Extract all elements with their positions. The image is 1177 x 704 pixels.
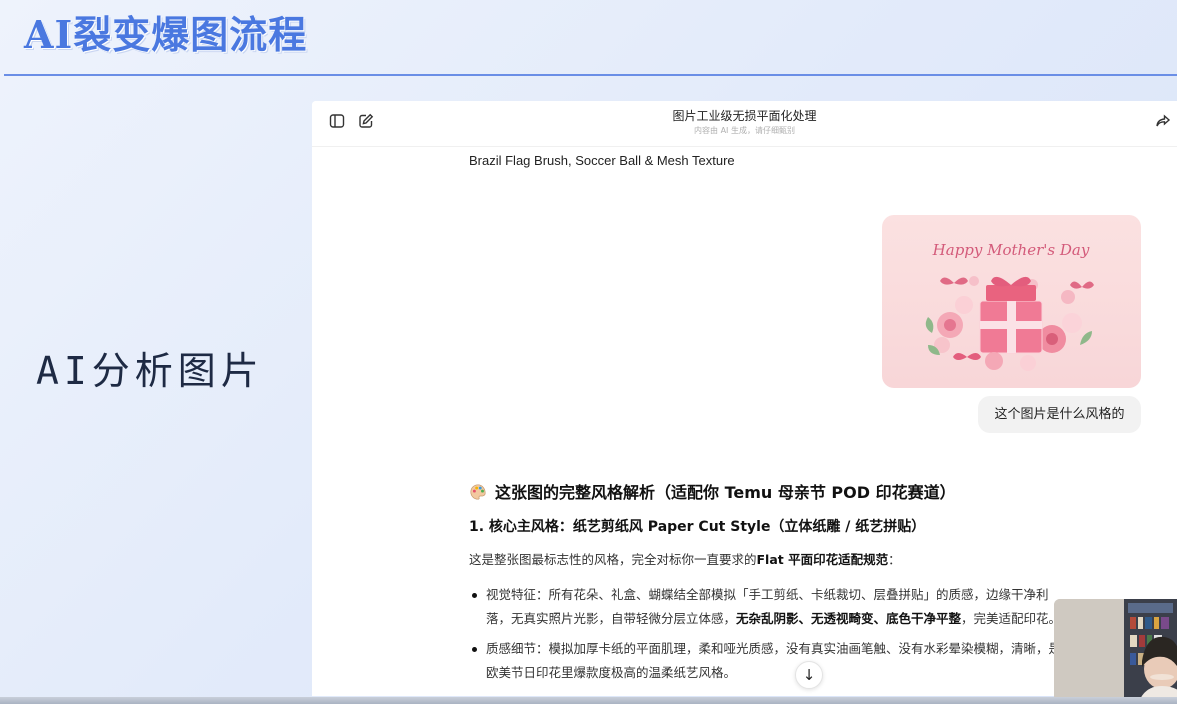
answer-heading: 这张图的完整风格解析（适配你 Temu 母亲节 POD 印花赛道） (469, 479, 956, 505)
webcam-overlay (1054, 599, 1177, 704)
intro-bold: Flat 平面印花适配规范 (756, 552, 889, 567)
chat-title: 图片工业级无损平面化处理 (672, 109, 817, 123)
title-divider (4, 74, 1177, 76)
scroll-to-bottom-button[interactable]: ↓ (795, 661, 823, 689)
answer-heading-text: 这张图的完整风格解析（适配你 Temu 母亲节 POD 印花赛道） (495, 483, 956, 502)
side-label: AI分析图片 (36, 349, 264, 393)
list-item: 视觉特征：所有花朵、礼盒、蝴蝶结全部模拟「手工剪纸、卡纸裁切、层叠拼贴」的质感，… (469, 583, 1069, 631)
slide-title: AI裂变爆图流程 (24, 12, 308, 57)
feature-list: 视觉特征：所有花朵、礼盒、蝴蝶结全部模拟「手工剪纸、卡纸裁切、层叠拼贴」的质感，… (469, 583, 1069, 691)
chat-disclaimer: 内容由 AI 生成，请仔细甄别 (694, 126, 795, 135)
user-uploaded-image[interactable]: Happy Mother's Day (882, 215, 1141, 388)
intro-suffix: ： (888, 552, 901, 567)
arrow-down-icon: ↓ (802, 666, 816, 684)
palette-icon (469, 483, 489, 505)
image-caption: Happy Mother's Day (932, 241, 1090, 259)
user-message-bubble: 这个图片是什么风格的 (978, 396, 1141, 433)
bullet2-text: 质感细节：模拟加厚卡纸的平面肌理，柔和哑光质感，没有真实油画笔触、没有水彩晕染模… (486, 641, 1062, 680)
chat-window: 图片工业级无损平面化处理 内容由 AI 生成，请仔细甄别 Brazil Flag… (312, 101, 1177, 696)
list-item: 质感细节：模拟加厚卡纸的平面肌理，柔和哑光质感，没有真实油画笔触、没有水彩晕染模… (469, 637, 1069, 685)
share-icon[interactable] (1155, 113, 1171, 129)
previous-message-text: Brazil Flag Brush, Soccer Ball & Mesh Te… (469, 153, 735, 168)
taskbar-strip (0, 697, 1177, 704)
intro-prefix: 这是整张图最标志性的风格，完全对标你一直要求的 (469, 552, 757, 567)
style-subheading: 1. 核心主风格：纸艺剪纸风 Paper Cut Style（立体纸雕 / 纸艺… (469, 519, 926, 535)
bullet1-text-b: ，完美适配印花。 (961, 611, 1062, 626)
intro-paragraph: 这是整张图最标志性的风格，完全对标你一直要求的Flat 平面印花适配规范： (469, 549, 901, 568)
chat-header: 图片工业级无损平面化处理 内容由 AI 生成，请仔细甄别 (312, 101, 1177, 147)
bullet1-bold: 无杂乱阴影、无透视畸变、底色干净平整 (736, 611, 962, 626)
